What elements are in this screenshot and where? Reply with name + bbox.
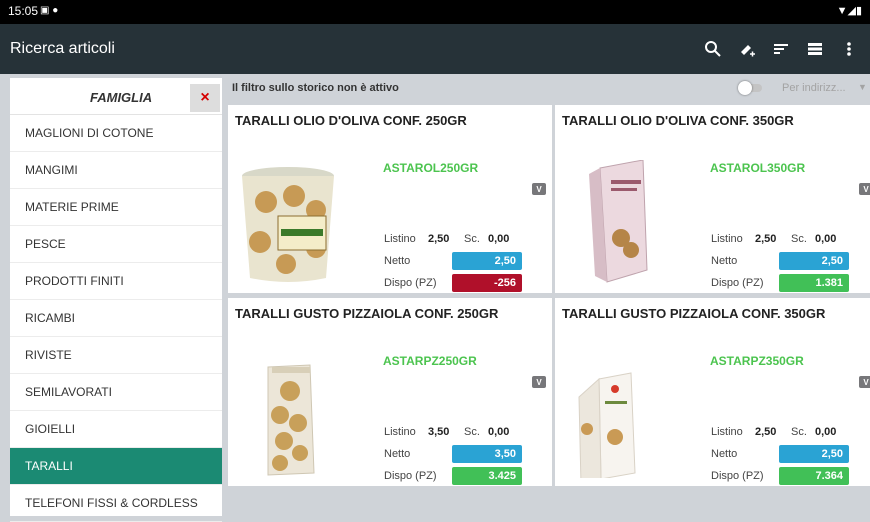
sidebar-item-gioielli[interactable]: GIOIELLI	[10, 411, 222, 448]
sidebar-item-ricambi[interactable]: RICAMBI	[10, 300, 222, 337]
dispo-value: 3.425	[452, 467, 522, 485]
sort-by-select[interactable]: Per indirizz...	[782, 82, 846, 94]
filter-status-text: Il filtro sullo storico non è attivo	[232, 82, 399, 94]
dispo-label: Dispo (PZ)	[384, 277, 437, 289]
history-filter-toggle[interactable]	[738, 81, 762, 95]
dispo-label: Dispo (PZ)	[711, 277, 764, 289]
filter-bar: Il filtro sullo storico non è attivo Per…	[228, 76, 870, 100]
sidebar-item-mangimi[interactable]: MANGIMI	[10, 152, 222, 189]
netto-value: 2,50	[779, 252, 849, 270]
sconto-label: Sc.	[791, 233, 807, 245]
status-bar: 15:05 ▣ ● ▼◢▮	[0, 0, 870, 24]
listino-value: 2,50	[755, 233, 777, 245]
variant-badge[interactable]: V	[532, 376, 546, 388]
sidebar-item-pesce[interactable]: PESCE	[10, 226, 222, 263]
netto-value: 2,50	[452, 252, 522, 270]
listino-label: Listino	[384, 233, 416, 245]
sidebar-item-prodotti-finiti[interactable]: PRODOTTI FINITI	[10, 263, 222, 300]
product-image	[238, 160, 338, 285]
dispo-label: Dispo (PZ)	[384, 470, 437, 482]
dispo-value: 1.381	[779, 274, 849, 292]
sidebar-item-telefoni-fissi-cordless[interactable]: TELEFONI FISSI & CORDLESS	[10, 485, 222, 522]
listino-value: 3,50	[428, 426, 450, 438]
dispo-value: 7.364	[779, 467, 849, 485]
sconto-value: 0,00	[815, 426, 837, 438]
listino-value: 2,50	[755, 426, 777, 438]
view-list-icon[interactable]	[798, 34, 832, 64]
dispo-label: Dispo (PZ)	[711, 470, 764, 482]
listino-value: 2,50	[428, 233, 450, 245]
sidebar-title: FAMIGLIA	[90, 90, 153, 105]
netto-label: Netto	[711, 255, 738, 267]
sconto-label: Sc.	[791, 426, 807, 438]
sconto-value: 0,00	[488, 233, 510, 245]
dispo-value: -256	[452, 274, 522, 292]
product-title: TARALLI OLIO D'OLIVA CONF. 350GR	[562, 113, 794, 128]
sidebar-item-riviste[interactable]: RIVISTE	[10, 337, 222, 374]
product-code: ASTARPZ250GR	[383, 354, 477, 368]
netto-value: 3,50	[452, 445, 522, 463]
page-title: Ricerca articoli	[10, 40, 115, 57]
product-card[interactable]: TARALLI GUSTO PIZZAIOLA CONF. 350GR ASTA…	[555, 298, 870, 486]
family-sidebar: FAMIGLIA × MAGLIONI DI COTONE MANGIMI MA…	[10, 78, 222, 522]
listino-label: Listino	[384, 426, 416, 438]
product-image	[238, 353, 338, 478]
product-title: TARALLI GUSTO PIZZAIOLA CONF. 350GR	[562, 306, 826, 321]
sidebar-header: FAMIGLIA ×	[10, 78, 222, 115]
product-code: ASTAROL250GR	[383, 161, 479, 175]
product-code: ASTARPZ350GR	[710, 354, 804, 368]
netto-label: Netto	[384, 255, 411, 267]
sidebar-item-semilavorati[interactable]: SEMILAVORATI	[10, 374, 222, 411]
product-image	[565, 159, 665, 285]
dropdown-arrow-icon: ▼	[858, 82, 867, 92]
more-menu-icon[interactable]	[832, 34, 866, 64]
app-bar-actions	[696, 34, 866, 64]
product-title: TARALLI GUSTO PIZZAIOLA CONF. 250GR	[235, 306, 499, 321]
sidebar-item-taralli[interactable]: TARALLI	[10, 448, 222, 485]
sidebar-item-maglioni-di-cotone[interactable]: MAGLIONI DI COTONE	[10, 115, 222, 152]
product-code: ASTAROL350GR	[710, 161, 806, 175]
app-bar: Ricerca articoli	[0, 24, 870, 74]
sconto-value: 0,00	[488, 426, 510, 438]
netto-value: 2,50	[779, 445, 849, 463]
listino-label: Listino	[711, 233, 743, 245]
listino-label: Listino	[711, 426, 743, 438]
edit-add-icon[interactable]	[730, 34, 764, 64]
variant-badge[interactable]: V	[532, 183, 546, 195]
product-title: TARALLI OLIO D'OLIVA CONF. 250GR	[235, 113, 467, 128]
product-card[interactable]: TARALLI OLIO D'OLIVA CONF. 350GR ASTAROL…	[555, 105, 870, 293]
sort-icon[interactable]	[764, 34, 798, 64]
sconto-label: Sc.	[464, 233, 480, 245]
product-card[interactable]: TARALLI GUSTO PIZZAIOLA CONF. 250GR ASTA…	[228, 298, 552, 486]
search-icon[interactable]	[696, 34, 730, 64]
toggle-knob	[738, 81, 752, 95]
sidebar-item-materie-prime[interactable]: MATERIE PRIME	[10, 189, 222, 226]
variant-badge[interactable]: V	[859, 376, 870, 388]
netto-label: Netto	[711, 448, 738, 460]
variant-badge[interactable]: V	[859, 183, 870, 195]
product-card[interactable]: TARALLI OLIO D'OLIVA CONF. 250GR ASTAROL…	[228, 105, 552, 293]
notification-icons: ▣ ●	[40, 5, 59, 16]
signal-battery-icons: ▼◢▮	[836, 5, 862, 17]
sconto-label: Sc.	[464, 426, 480, 438]
netto-label: Netto	[384, 448, 411, 460]
sconto-value: 0,00	[815, 233, 837, 245]
status-time: 15:05	[8, 4, 39, 18]
close-sidebar-button[interactable]: ×	[190, 84, 220, 112]
product-image	[565, 353, 665, 486]
